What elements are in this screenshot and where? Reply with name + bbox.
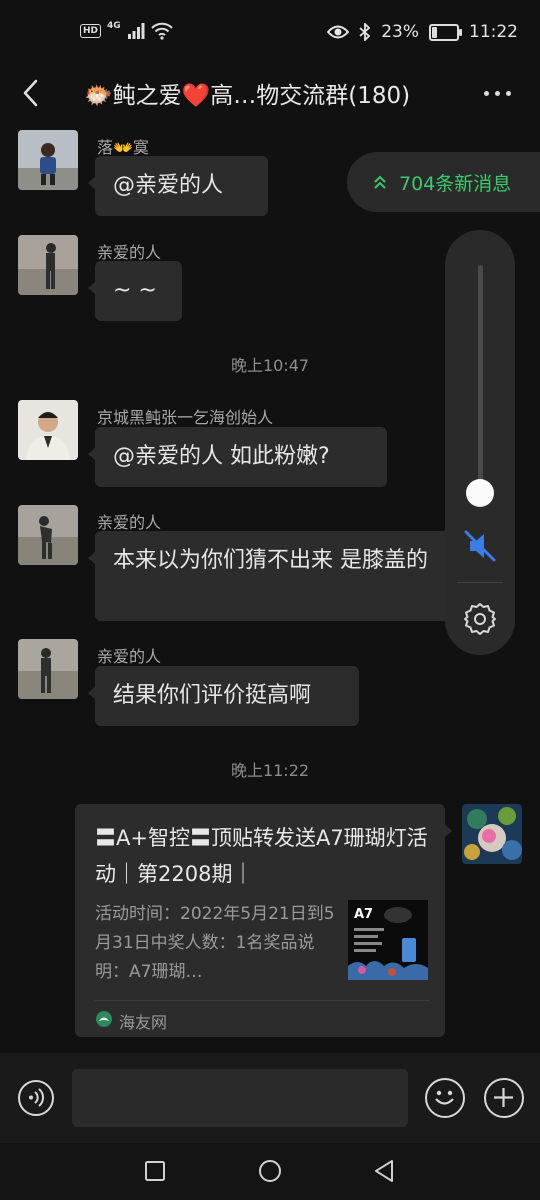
message-bubble[interactable]: 结果你们评价挺高啊 [88, 666, 359, 726]
avatar[interactable] [18, 505, 78, 565]
divider [457, 582, 503, 583]
sender-name: 亲爱的人 [97, 647, 162, 666]
avatar[interactable] [18, 639, 78, 699]
more-icon-dot [495, 91, 500, 96]
message-bubble[interactable]: @亲爱的人 如此粉嫩? [88, 427, 387, 487]
eye-comfort-icon [327, 25, 350, 39]
signal-icon [127, 23, 145, 39]
gear-icon [464, 603, 496, 635]
link-card-source: 海友网 [119, 1013, 168, 1032]
hd-indicator: HD [80, 24, 102, 38]
voice-input-button[interactable] [18, 1080, 54, 1116]
recents-button[interactable] [144, 1160, 166, 1182]
emoji-button[interactable] [425, 1078, 465, 1118]
avatar[interactable] [18, 400, 78, 460]
input-bar [0, 1053, 540, 1143]
chat-header: 🐡鲀之爱❤️高…物交流群(180) [0, 66, 540, 122]
smiley-icon [435, 1090, 454, 1105]
avatar[interactable] [18, 235, 78, 295]
clock: 11:22 [469, 22, 518, 42]
bluetooth-icon [359, 23, 371, 41]
thumb-label: A7 [354, 907, 373, 922]
haiyou-logo-icon [96, 1011, 112, 1027]
chevron-left-icon [23, 79, 38, 107]
volume-slider-knob[interactable] [466, 479, 494, 507]
message-bubble[interactable]: 本来以为你们猜不出来 是膝盖的 [88, 531, 455, 621]
back-button[interactable] [18, 76, 48, 110]
more-options-button[interactable] [482, 78, 514, 108]
sender-name: 亲爱的人 [97, 513, 162, 532]
status-bar: HD 4G 23% 11:22 [0, 0, 540, 66]
my-avatar[interactable] [462, 804, 522, 864]
more-functions-button[interactable] [484, 1078, 524, 1118]
new-messages-button[interactable]: 704条新消息 [347, 152, 540, 212]
speaker-muted-icon [464, 530, 496, 562]
wifi-icon [150, 22, 173, 40]
battery-percent: 23% [381, 22, 419, 42]
sender-name: 落👐寞 [97, 138, 149, 157]
volume-panel [445, 230, 515, 655]
triangle-back-icon [375, 1160, 393, 1182]
back-nav-button[interactable] [373, 1159, 395, 1183]
home-button[interactable] [258, 1159, 282, 1183]
message-input[interactable] [72, 1069, 408, 1127]
chat-title: 🐡鲀之爱❤️高…物交流群(180) [84, 83, 411, 109]
system-nav-bar [0, 1143, 540, 1200]
sound-settings-button[interactable] [463, 602, 497, 636]
more-icon-dot [506, 91, 511, 96]
volume-slider[interactable] [478, 265, 483, 505]
double-chevron-up-icon [374, 175, 386, 189]
link-card-title: 〓A+智控〓顶贴转发送A7珊瑚灯活动｜第2208期｜ [95, 826, 428, 886]
battery-icon [429, 23, 462, 41]
mute-toggle[interactable] [462, 528, 498, 564]
sender-name: 亲爱的人 [97, 243, 162, 262]
message-bubble[interactable]: @亲爱的人 [88, 156, 268, 216]
more-icon [484, 91, 489, 96]
divider [95, 1000, 430, 1001]
link-card-description: 活动时间：2022年5月21日到5月31日中奖人数：1名奖品说明：A7珊瑚… [95, 904, 335, 982]
network-type: 4G [107, 21, 121, 31]
new-messages-label: 704条新消息 [399, 173, 512, 195]
voice-icon [29, 1088, 45, 1107]
link-card[interactable]: 〓A+智控〓顶贴转发送A7珊瑚灯活动｜第2208期｜ 活动时间：2022年5月2… [75, 804, 452, 1037]
sender-name: 京城黑鲀张一乞海创始人 [97, 408, 274, 427]
circle-icon [259, 1160, 281, 1182]
plus-icon [494, 1088, 513, 1107]
avatar[interactable] [18, 130, 78, 190]
timestamp: 晚上11:22 [230, 761, 310, 780]
square-icon [145, 1161, 165, 1181]
link-card-thumbnail: A7 [348, 900, 428, 980]
message-bubble[interactable]: ~ ~ [88, 261, 182, 321]
